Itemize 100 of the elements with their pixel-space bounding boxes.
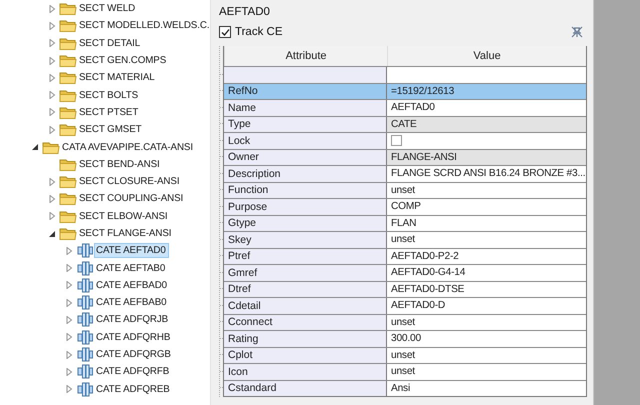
expand-arrow-icon[interactable] bbox=[48, 22, 56, 30]
collapse-arrow-icon[interactable] bbox=[48, 230, 56, 238]
tree-item[interactable]: SECT ELBOW-ANSI bbox=[77, 208, 171, 224]
tree-item[interactable]: SECT GEN.COMPS bbox=[77, 53, 170, 68]
value-cell[interactable]: unset bbox=[387, 364, 586, 380]
value-cell[interactable]: unset bbox=[387, 182, 586, 198]
tree-item[interactable]: CATE ADFQREB bbox=[94, 382, 173, 397]
value-cell[interactable]: Ansi bbox=[387, 380, 586, 396]
expand-arrow-icon[interactable] bbox=[65, 316, 73, 324]
flange-icon bbox=[76, 347, 94, 362]
folder-icon bbox=[59, 191, 77, 206]
column-header[interactable]: Value bbox=[387, 46, 586, 66]
tree-item[interactable]: CATE AEFBAB0 bbox=[94, 295, 170, 310]
expand-arrow-icon[interactable] bbox=[48, 74, 56, 82]
attribute-cell[interactable]: Cconnect bbox=[224, 314, 387, 330]
flange-icon bbox=[76, 295, 94, 310]
tree-item[interactable]: SECT FLANGE-ANSI bbox=[77, 226, 174, 241]
tree-item[interactable]: SECT MATERIAL bbox=[77, 70, 158, 86]
expand-arrow-icon[interactable] bbox=[65, 385, 73, 394]
value-cell[interactable]: unset bbox=[387, 314, 586, 330]
value-cell[interactable]: AEFTAD0-P2-2 bbox=[387, 248, 586, 264]
value-cell[interactable]: =15192/12613 bbox=[387, 84, 586, 99]
value-cell[interactable]: FLANGE-ANSI bbox=[387, 150, 586, 165]
flange-icon bbox=[76, 364, 94, 380]
tree-item[interactable]: SECT BEND-ANSI bbox=[77, 156, 163, 172]
attribute-cell[interactable]: Cdetail bbox=[224, 298, 387, 314]
value-cell[interactable]: unset bbox=[387, 348, 586, 363]
attribute-cell[interactable]: Type bbox=[224, 116, 387, 132]
attribute-cell[interactable]: Function bbox=[224, 182, 387, 198]
expand-arrow-icon[interactable] bbox=[65, 333, 73, 342]
folder-icon bbox=[42, 140, 60, 155]
tree-item[interactable]: CATE AEFTAB0 bbox=[94, 260, 168, 276]
tree-item[interactable]: SECT PTSET bbox=[77, 104, 142, 120]
attribute-cell[interactable]: Icon bbox=[224, 364, 387, 380]
tree-item[interactable]: SECT CLOSURE-ANSI bbox=[77, 174, 182, 190]
tree-item[interactable]: SECT COUPLING-ANSI bbox=[77, 191, 186, 206]
value-cell[interactable]: 300.00 bbox=[387, 331, 586, 346]
expand-arrow-icon[interactable] bbox=[48, 91, 56, 100]
expand-arrow-icon[interactable] bbox=[48, 126, 56, 134]
expand-arrow-icon[interactable] bbox=[65, 281, 73, 290]
flange-icon bbox=[76, 260, 94, 276]
tree-item[interactable]: CATE ADFQRHB bbox=[94, 330, 174, 345]
expand-arrow-icon[interactable] bbox=[65, 246, 73, 255]
expand-arrow-icon[interactable] bbox=[48, 56, 56, 65]
column-header[interactable]: Attribute bbox=[224, 46, 388, 66]
attribute-cell[interactable]: Cplot bbox=[224, 348, 387, 363]
tree-item[interactable]: SECT GMSET bbox=[77, 122, 145, 138]
element-title: AEFTAD0 bbox=[219, 6, 270, 18]
value-cell[interactable]: FLANGE SCRD ANSI B16.24 BRONZE #3... bbox=[387, 166, 586, 182]
lock-checkbox[interactable] bbox=[391, 135, 402, 146]
tree-item[interactable]: SECT BOLTS bbox=[77, 88, 142, 103]
flange-icon bbox=[76, 243, 94, 258]
attribute-cell[interactable]: Purpose bbox=[224, 199, 387, 214]
expand-arrow-icon[interactable] bbox=[48, 194, 56, 203]
expand-arrow-icon[interactable] bbox=[65, 368, 73, 376]
expand-arrow-icon[interactable] bbox=[48, 39, 56, 48]
value-cell[interactable]: unset bbox=[387, 232, 586, 248]
pin-icon[interactable] bbox=[571, 26, 583, 38]
value-cell[interactable]: CATE bbox=[387, 116, 586, 132]
value-cell[interactable]: AEFTAD0-G4-14 bbox=[387, 265, 586, 280]
expand-arrow-icon[interactable] bbox=[65, 264, 73, 272]
expand-arrow-icon[interactable] bbox=[48, 178, 56, 186]
tree-item[interactable]: CATA AVEVAPIPE.CATA-ANSI bbox=[60, 140, 196, 155]
folder-icon bbox=[59, 18, 77, 34]
attribute-cell[interactable] bbox=[224, 67, 387, 82]
value-cell[interactable]: FLAN bbox=[387, 216, 586, 231]
tree-item[interactable]: SECT MODELLED.WELDS.C. bbox=[77, 18, 210, 34]
value-cell[interactable] bbox=[387, 67, 586, 82]
value-cell[interactable]: AEFTAD0-D bbox=[387, 298, 586, 314]
attribute-cell[interactable]: Rating bbox=[224, 331, 387, 346]
attribute-cell[interactable]: Cstandard bbox=[224, 380, 387, 396]
attribute-cell[interactable]: Dtref bbox=[224, 282, 387, 297]
value-cell[interactable]: COMP bbox=[387, 199, 586, 214]
folder-icon bbox=[59, 53, 77, 68]
attribute-cell[interactable]: Gmref bbox=[224, 265, 387, 280]
tree-item[interactable]: CATE ADFQRJB bbox=[94, 312, 172, 328]
attribute-cell[interactable]: Description bbox=[224, 166, 387, 182]
tree-item[interactable]: SECT WELD bbox=[77, 1, 138, 16]
attribute-cell[interactable]: Skey bbox=[224, 232, 387, 248]
attribute-cell[interactable]: Gtype bbox=[224, 216, 387, 231]
tree-item[interactable]: SECT DETAIL bbox=[77, 36, 144, 51]
folder-icon bbox=[59, 208, 77, 224]
track-ce-checkbox[interactable]: Track CE bbox=[219, 26, 282, 38]
expand-arrow-icon[interactable] bbox=[48, 212, 56, 220]
collapse-arrow-icon[interactable] bbox=[31, 143, 39, 152]
attribute-cell[interactable]: Name bbox=[224, 100, 387, 116]
expand-arrow-icon[interactable] bbox=[65, 298, 73, 307]
attribute-cell[interactable]: Lock bbox=[224, 133, 387, 148]
expand-arrow-icon[interactable] bbox=[65, 350, 73, 359]
value-cell[interactable]: AEFTAD0 bbox=[387, 100, 586, 116]
expand-arrow-icon[interactable] bbox=[48, 108, 56, 116]
expand-arrow-icon[interactable] bbox=[48, 4, 56, 13]
tree-item[interactable]: CATE AEFTAD0 bbox=[94, 243, 169, 258]
tree-item[interactable]: CATE AEFBAD0 bbox=[94, 278, 170, 293]
tree-item[interactable]: CATE ADFQRFB bbox=[94, 364, 172, 380]
attribute-cell[interactable]: RefNo bbox=[224, 84, 387, 99]
value-cell[interactable]: AEFTAD0-DTSE bbox=[387, 282, 586, 297]
attribute-cell[interactable]: Ptref bbox=[224, 248, 387, 264]
tree-item[interactable]: CATE ADFQRGB bbox=[94, 347, 174, 362]
attribute-cell[interactable]: Owner bbox=[224, 150, 387, 165]
